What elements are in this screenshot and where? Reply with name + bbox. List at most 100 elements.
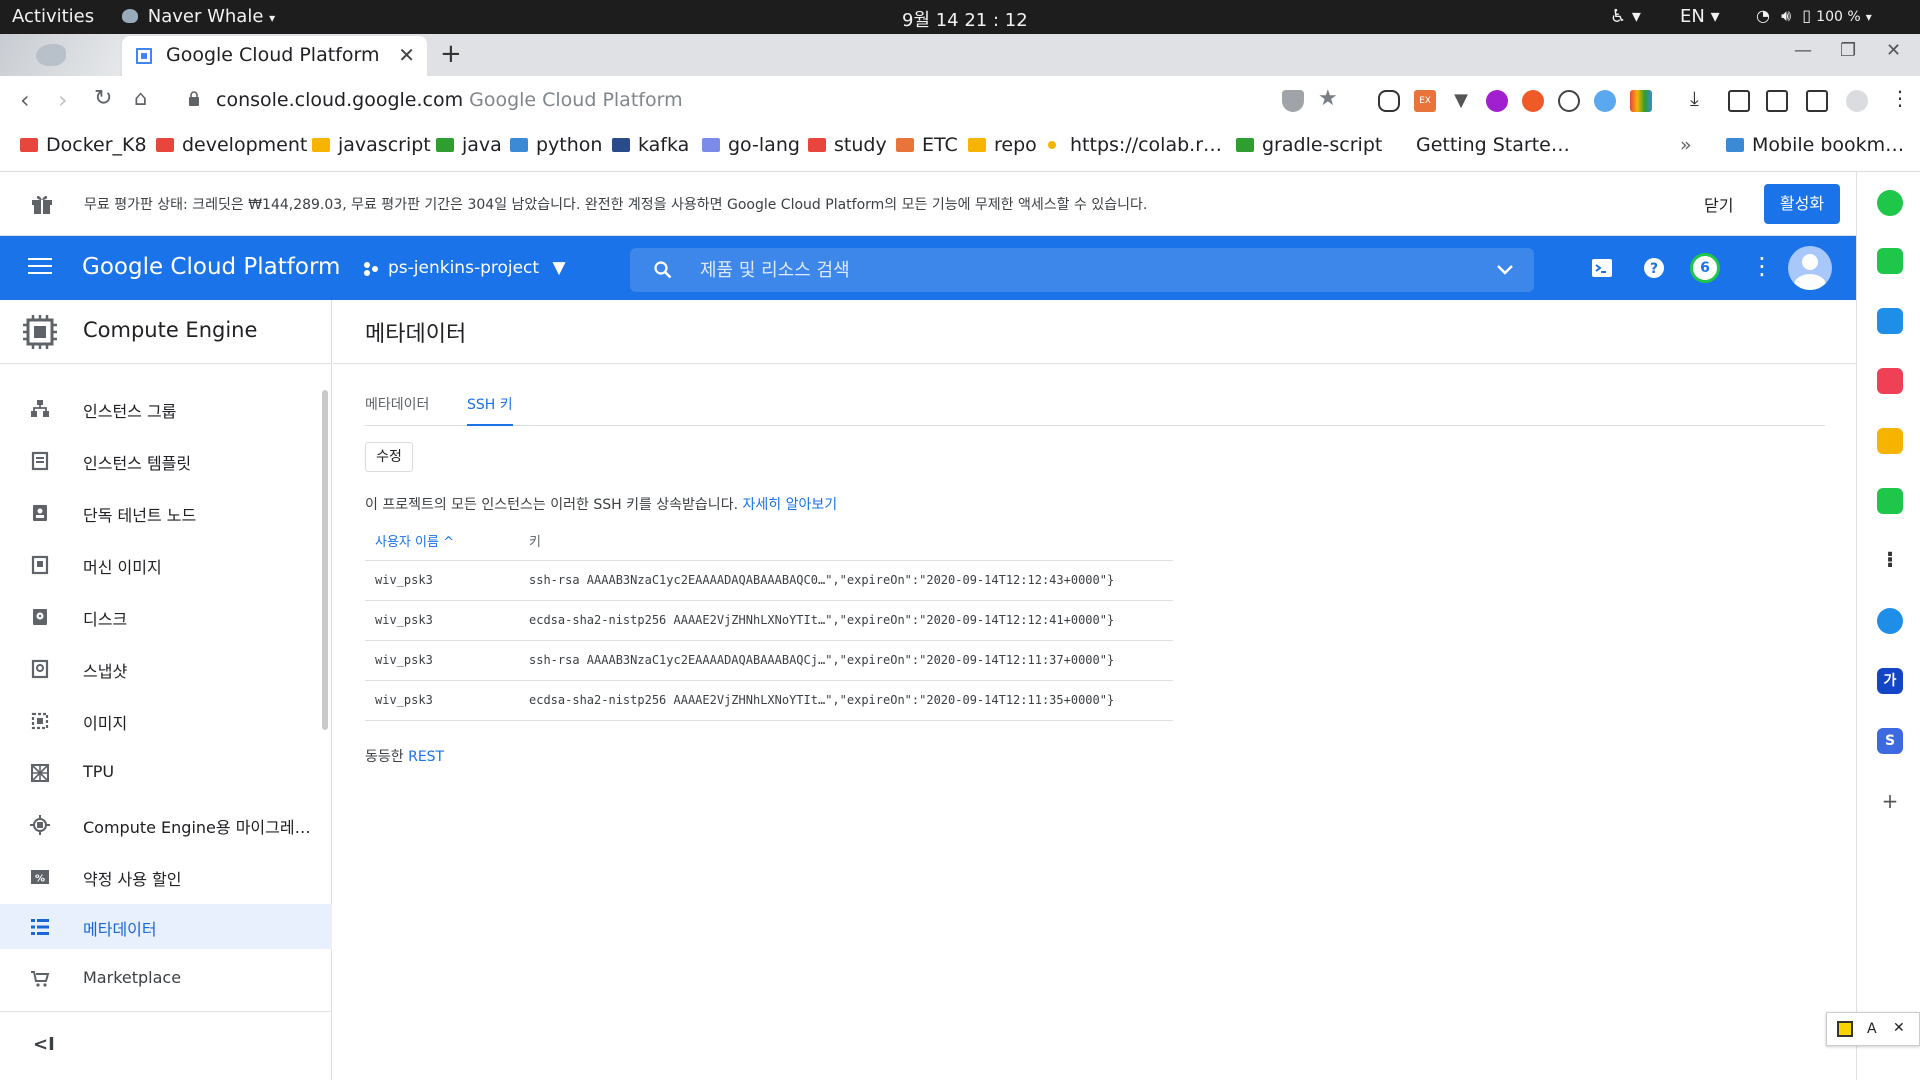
search-box[interactable] xyxy=(630,248,1534,292)
minimize-icon[interactable]: — xyxy=(1794,40,1812,61)
accessibility-icon[interactable]: ♿ ▾ xyxy=(1610,6,1641,27)
gcp-brand[interactable]: Google Cloud Platform xyxy=(82,254,340,280)
purple-ext-icon[interactable] xyxy=(1486,90,1508,112)
check-ext-icon[interactable] xyxy=(1594,90,1616,112)
sidebar-item-sole-tenant[interactable]: 단독 테넌트 노드 xyxy=(0,490,332,535)
green-square-icon[interactable] xyxy=(1877,248,1903,274)
apps-dots-icon[interactable]: ⁝ xyxy=(1877,548,1903,574)
calendar-icon[interactable] xyxy=(1877,308,1903,334)
bookmark-5[interactable]: kafka xyxy=(612,134,689,156)
tab-close-icon[interactable]: ✕ xyxy=(398,43,415,67)
bookmark-10[interactable]: https://colab.r… xyxy=(1048,134,1222,156)
download-icon[interactable]: ⤓ xyxy=(1690,86,1699,110)
colorful-ext-icon[interactable] xyxy=(1630,90,1652,112)
column-header-username[interactable]: 사용자 이름 ^ xyxy=(365,522,519,561)
menu-icon[interactable] xyxy=(28,258,52,276)
bookmark-11[interactable]: gradle-script xyxy=(1236,134,1382,156)
expand-more-icon[interactable] xyxy=(1496,262,1514,278)
back-icon[interactable]: ‹ xyxy=(20,86,30,114)
camera-icon[interactable] xyxy=(1728,90,1750,112)
cloud-shell-icon[interactable] xyxy=(1590,256,1614,280)
sidebar-item-disks[interactable]: 디스크 xyxy=(0,594,332,639)
sidebar-item-label: Compute Engine용 마이그레… xyxy=(83,818,311,837)
bookmark-12[interactable]: Getting Starte… xyxy=(1416,134,1570,156)
window-close-icon[interactable]: ✕ xyxy=(1886,40,1901,61)
mobile-bookmarks[interactable]: Mobile bookm… xyxy=(1726,134,1904,156)
bookmark-1[interactable]: development xyxy=(156,134,307,156)
sidebar-item-metadata[interactable]: 메타데이터 xyxy=(0,904,332,949)
bookmark-8[interactable]: ETC xyxy=(896,134,958,156)
address-bar[interactable]: console.cloud.google.com Google Cloud Pla… xyxy=(216,89,683,111)
notifications-badge[interactable]: 6 xyxy=(1690,253,1720,283)
more-vert-icon[interactable]: ⋮ xyxy=(1890,86,1910,110)
reload-icon[interactable]: ↻ xyxy=(94,86,112,111)
sidebar-item-instance-groups[interactable]: 인스턴스 그룹 xyxy=(0,386,332,431)
sidebar-item-instance-templates[interactable]: 인스턴스 템플릿 xyxy=(0,438,332,483)
forward-icon[interactable]: › xyxy=(58,86,68,114)
bell-icon[interactable] xyxy=(1877,488,1903,514)
sidebar-item-migrate[interactable]: Compute Engine용 마이그레… xyxy=(0,802,332,847)
more-bookmarks-button[interactable]: » xyxy=(1680,134,1692,156)
v-ext-icon[interactable]: ▼ xyxy=(1450,90,1472,112)
sidebar-item-marketplace[interactable]: Marketplace xyxy=(0,956,332,1012)
left-nav: Compute Engine 인스턴스 그룹 인스턴스 템플릿 단독 테넌트 노… xyxy=(0,300,332,1080)
clock[interactable]: 9월 14 21 : 12 xyxy=(902,6,1028,32)
papago-icon[interactable]: 가 xyxy=(1877,668,1903,694)
browser-tab[interactable]: Google Cloud Platform ✕ xyxy=(122,36,427,76)
tab-metadata[interactable]: 메타데이터 xyxy=(365,394,429,426)
more-vert-icon[interactable]: ⋮ xyxy=(1750,252,1774,280)
marketplace-icon xyxy=(31,971,50,987)
bookmark-0[interactable]: Docker_K8 xyxy=(20,134,147,156)
language-indicator[interactable]: EN ▾ xyxy=(1680,6,1720,27)
project-selector[interactable]: ps-jenkins-project ▼ xyxy=(388,258,566,278)
avatar[interactable] xyxy=(1788,246,1832,290)
new-tab-button[interactable]: + xyxy=(440,39,462,69)
bookmark-3[interactable]: java xyxy=(436,134,502,156)
bookmark-2[interactable]: javascript xyxy=(312,134,431,156)
activities-button[interactable]: Activities xyxy=(12,6,94,27)
edge-icon[interactable] xyxy=(1877,608,1903,634)
bookmark-star-icon[interactable]: ★ xyxy=(1318,86,1338,111)
tab-bar: 메타데이터 SSH 키 xyxy=(365,392,1825,426)
split-view-icon[interactable] xyxy=(1766,90,1788,112)
help-icon[interactable]: ? xyxy=(1642,256,1666,280)
profile-icon[interactable] xyxy=(1846,90,1868,112)
sidebar-item-images[interactable]: 이미지 xyxy=(0,698,332,743)
status-icons[interactable]: ◔ 🔊︎ ▯ 100 % ▾ xyxy=(1756,6,1872,26)
edit-button[interactable]: 수정 xyxy=(365,442,413,472)
sidebar-view-icon[interactable] xyxy=(1806,90,1828,112)
ex-ext-icon[interactable]: EX xyxy=(1414,90,1436,112)
mouse-ext-icon[interactable] xyxy=(1378,90,1400,112)
restore-icon[interactable]: ❐ xyxy=(1840,40,1856,61)
add-icon[interactable]: + xyxy=(1877,788,1903,814)
tools-icon[interactable]: ✕ xyxy=(1893,1020,1905,1036)
learn-more-link[interactable]: 자세히 알아보기 xyxy=(742,497,837,513)
dismiss-button[interactable]: 닫기 xyxy=(1704,192,1733,216)
bookmark-7[interactable]: study xyxy=(808,134,887,156)
collapse-nav-button[interactable]: <I xyxy=(33,1034,55,1055)
app-menu[interactable]: Naver Whale ▾ xyxy=(122,6,275,27)
bookmark-4[interactable]: python xyxy=(510,134,602,156)
sidebar-item-committed-use[interactable]: % 약정 사용 할인 xyxy=(0,854,332,899)
home-icon[interactable]: ⌂ xyxy=(134,86,147,110)
sidebar-item-machine-images[interactable]: 머신 이미지 xyxy=(0,542,332,587)
search-input[interactable] xyxy=(700,248,1460,292)
bookmark-9[interactable]: repo xyxy=(968,134,1037,156)
ime-indicator[interactable]: A ✕ xyxy=(1826,1012,1920,1046)
whale-sidebar-toggle[interactable] xyxy=(0,34,120,76)
column-header-key: 키 xyxy=(519,522,1173,561)
bookmark-6[interactable]: go-lang xyxy=(702,134,800,156)
nav-scrollbar[interactable] xyxy=(322,390,328,730)
green-circle-icon[interactable] xyxy=(1877,190,1903,216)
shield-icon[interactable] xyxy=(1282,90,1304,112)
orange-ext-icon[interactable] xyxy=(1522,90,1544,112)
history-ext-icon[interactable] xyxy=(1558,90,1580,112)
sidebar-item-snapshots[interactable]: 스냅샷 xyxy=(0,646,332,691)
tab-ssh-keys[interactable]: SSH 키 xyxy=(467,394,513,426)
activate-button[interactable]: 활성화 xyxy=(1764,184,1840,224)
s-icon[interactable]: S xyxy=(1877,728,1903,754)
star-icon[interactable] xyxy=(1877,428,1903,454)
pocket-icon[interactable] xyxy=(1877,368,1903,394)
sidebar-item-tpu[interactable]: TPU xyxy=(0,750,332,795)
rest-link[interactable]: REST xyxy=(408,749,444,765)
